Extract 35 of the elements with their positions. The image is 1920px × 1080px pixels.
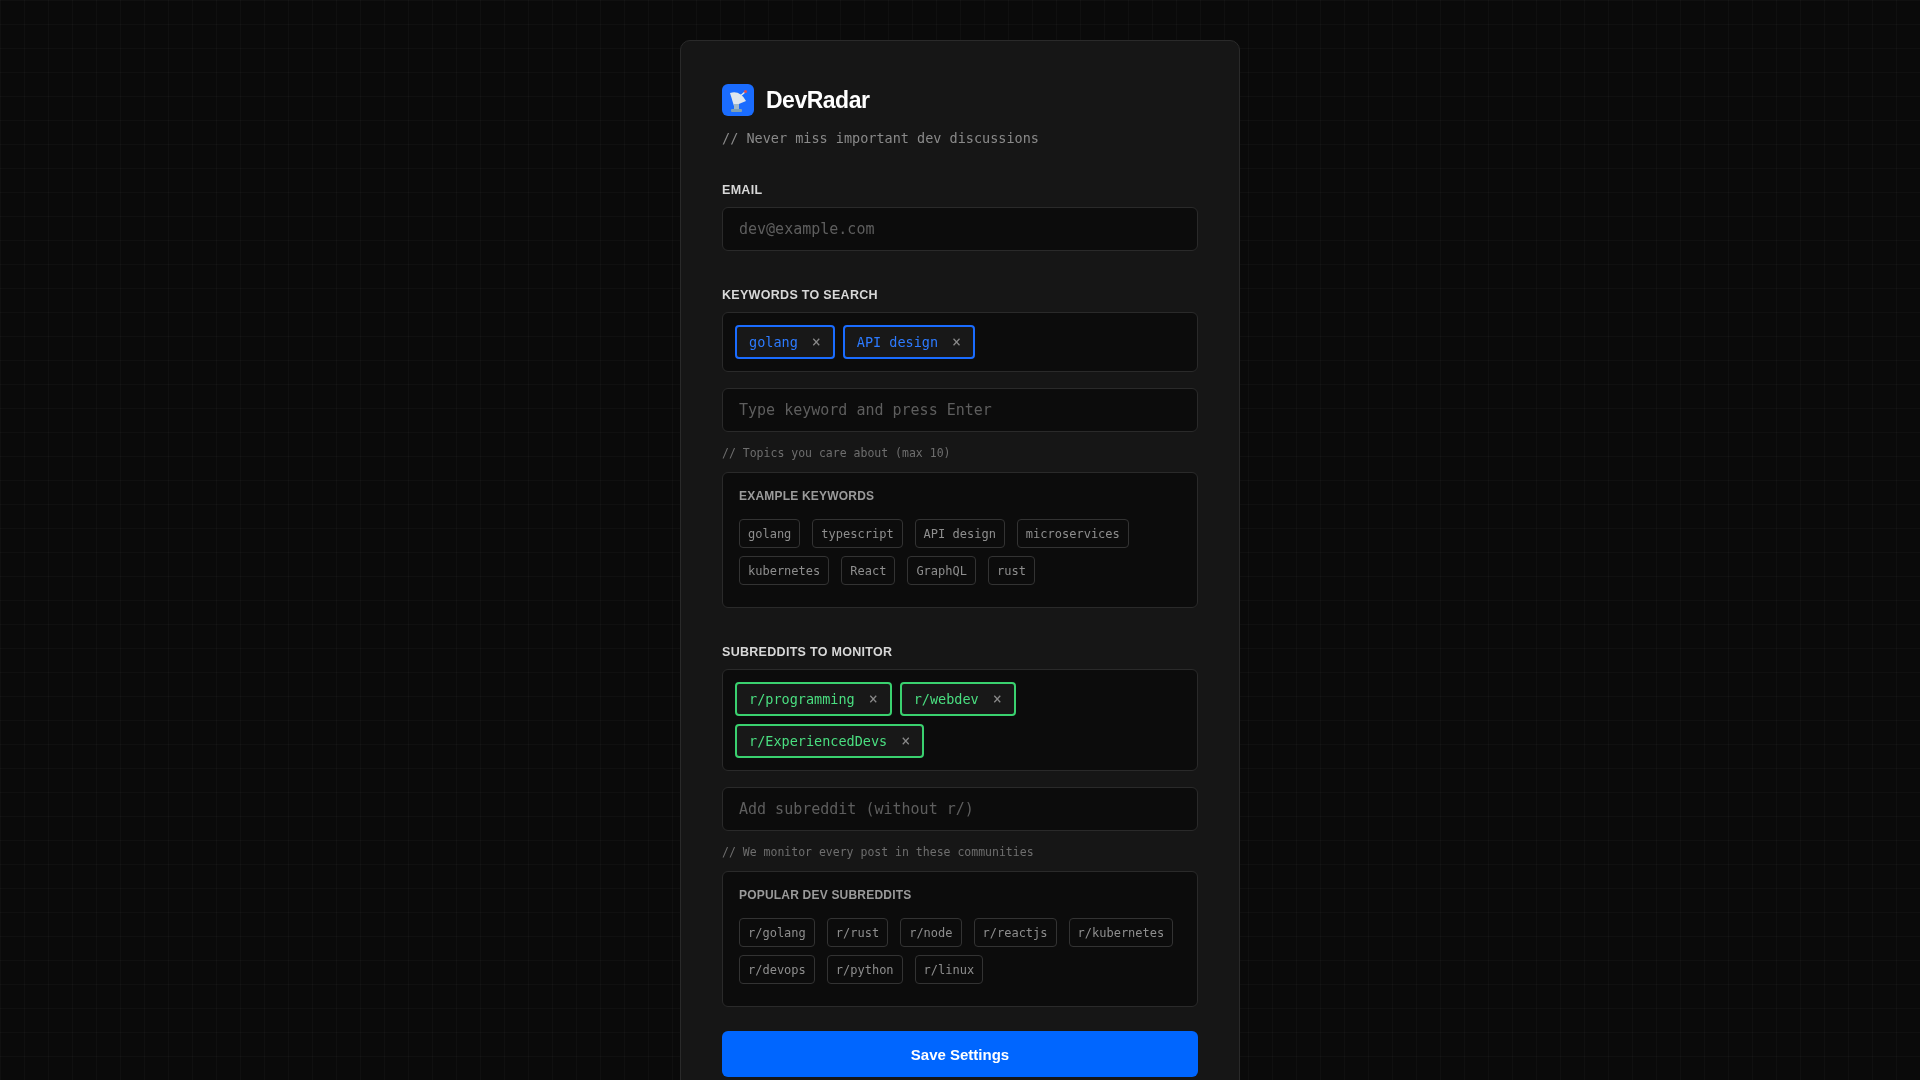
panel-title: EXAMPLE KEYWORDS (739, 489, 876, 503)
suggestion-chip[interactable]: r/rust (826, 918, 889, 947)
suggestion-chip[interactable]: r/python (826, 955, 903, 984)
suggestion-chip[interactable]: API design (914, 519, 1005, 548)
satellite-dish-icon (722, 84, 754, 116)
tag-chip[interactable]: golang × (735, 325, 835, 359)
suggestion-chip[interactable]: rust (987, 556, 1035, 585)
tag-chip[interactable]: r/webdev × (899, 682, 1016, 716)
suggestion-chip[interactable]: r/linux (914, 955, 984, 984)
tag-input-field[interactable]: Type keyword and press Enter (722, 388, 1198, 432)
field-label: KEYWORDS TO SEARCH (722, 288, 879, 302)
suggestion-chip[interactable]: microservices (1016, 519, 1129, 548)
field-label: EMAIL (722, 183, 764, 197)
suggestion-chip[interactable]: r/node (900, 918, 962, 947)
suggestion-chip[interactable]: r/devops (739, 955, 815, 984)
suggestion-chip[interactable]: r/reactjs (973, 918, 1057, 947)
tagline: // Never miss important dev discussions (722, 130, 1040, 146)
save-button[interactable]: Save Settings (722, 1031, 1198, 1077)
field-label: SUBREDDITS TO MONITOR (722, 645, 894, 659)
suggestion-chip[interactable]: golang (739, 519, 801, 548)
tag-input-field[interactable]: Add subreddit (without r/) (722, 787, 1198, 831)
suggestion-chip[interactable]: r/golang (739, 918, 815, 947)
panel-title: POPULAR DEV SUBREDDITS (739, 888, 913, 902)
app-title: DevRadar (766, 86, 870, 114)
suggestion-chip[interactable]: React (841, 556, 896, 585)
tag-chip[interactable]: r/ExperiencedDevs × (735, 724, 925, 758)
email-field[interactable]: dev@example.com (722, 207, 1198, 251)
suggestion-chip[interactable]: typescript (812, 519, 903, 548)
hint-text: // Topics you care about (max 10) (722, 446, 952, 460)
suggestion-chip[interactable]: kubernetes (739, 556, 830, 585)
hint-text: // We monitor every post in these communities (722, 845, 1035, 859)
suggestion-chip[interactable]: GraphQL (907, 556, 976, 585)
suggestion-chip[interactable]: r/kubernetes (1068, 918, 1174, 947)
tag-chip[interactable]: API design × (842, 325, 976, 359)
tag-chip[interactable]: r/programming × (735, 682, 892, 716)
